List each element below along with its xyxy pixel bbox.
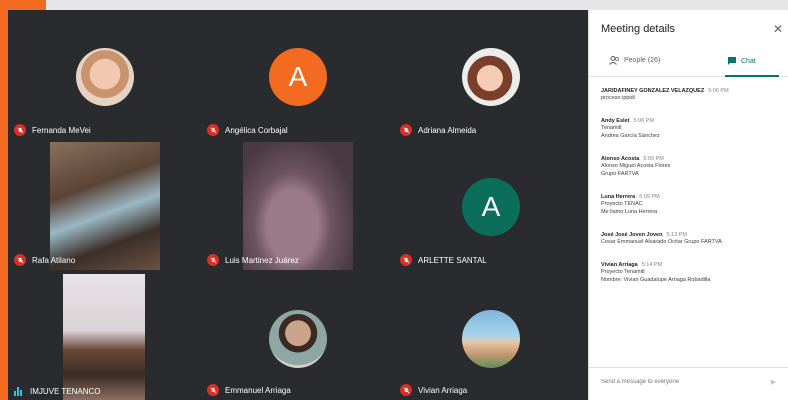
mic-off-icon bbox=[14, 254, 26, 266]
participant-tile[interactable]: A ARLETTE SANTAL bbox=[394, 140, 587, 270]
message-text: Me llamo Luna Herrera bbox=[601, 209, 658, 215]
participant-video bbox=[63, 274, 145, 400]
chat-compose: ➤ bbox=[589, 367, 788, 400]
participant-tile[interactable]: Adriana Almeida bbox=[394, 10, 587, 140]
participant-label: IMJUVE TENANCO bbox=[14, 386, 101, 396]
message-text: Alonso Miguel Acosta Flores bbox=[601, 163, 671, 169]
participant-tile[interactable]: Emmanuel Arriaga bbox=[201, 270, 394, 400]
participant-video bbox=[243, 142, 353, 270]
participant-name: Emmanuel Arriaga bbox=[225, 385, 291, 395]
participant-photo bbox=[76, 48, 134, 106]
participant-name: Rafa Atilano bbox=[32, 255, 76, 265]
participant-photo bbox=[462, 48, 520, 106]
mic-off-icon bbox=[14, 124, 26, 136]
participant-avatar-letter: A bbox=[269, 48, 327, 106]
participant-grid: Fernanda MeVei A Angélica Corbajal Adria… bbox=[8, 10, 588, 400]
active-tab-indicator bbox=[725, 75, 779, 77]
chat-message: Vivian Arriaga 5:14 PM Proyecto Tenamitl … bbox=[601, 262, 781, 284]
participant-label: ARLETTE SANTAL bbox=[400, 254, 487, 266]
participant-name: IMJUVE TENANCO bbox=[30, 386, 101, 396]
message-text: Andrea García Sánchez bbox=[601, 133, 660, 139]
mic-off-icon bbox=[207, 254, 219, 266]
chat-message: José José Joven Joven 5:13 PM Cesar Emman… bbox=[601, 232, 781, 246]
participant-name: Luis Martinez Juárez bbox=[225, 255, 299, 265]
participant-tile[interactable]: A Angélica Corbajal bbox=[201, 10, 394, 140]
chat-icon bbox=[728, 57, 736, 65]
participant-tile[interactable]: Fernanda MeVei bbox=[8, 10, 201, 140]
message-text: Proyecto TENAC bbox=[601, 201, 643, 207]
participant-tile[interactable]: IMJUVE TENANCO bbox=[8, 270, 201, 400]
tab-people[interactable]: People (26) bbox=[609, 56, 660, 65]
top-bar bbox=[46, 0, 788, 10]
mic-off-icon bbox=[207, 124, 219, 136]
participant-name: Fernanda MeVei bbox=[32, 125, 91, 135]
participant-tile[interactable]: Vivian Arriaga bbox=[394, 270, 587, 400]
send-icon[interactable]: ➤ bbox=[769, 377, 779, 387]
close-icon[interactable]: ✕ bbox=[773, 22, 783, 36]
message-time: 5:06 PM bbox=[633, 118, 654, 124]
brand-strip-top bbox=[0, 0, 46, 10]
message-text: Tenamitl bbox=[601, 125, 622, 131]
message-time: 5:06 PM bbox=[708, 88, 729, 94]
chat-message: Andy Eslet 5:06 PM Tenamitl Andrea García… bbox=[601, 118, 781, 140]
participant-label: Rafa Atilano bbox=[14, 254, 75, 266]
participant-name: Adriana Almeida bbox=[418, 125, 477, 135]
message-time: 5:14 PM bbox=[641, 262, 663, 268]
participant-label: Vivian Arriaga bbox=[400, 384, 467, 396]
message-text: Nombre: Vivian Guadalupe Arriaga Robadil… bbox=[601, 277, 711, 283]
mic-off-icon bbox=[400, 254, 412, 266]
chat-message-input[interactable] bbox=[599, 378, 763, 386]
meeting-details-panel: Meeting details ✕ People (26) Chat JARID… bbox=[588, 10, 788, 400]
participant-label: Angélica Corbajal bbox=[207, 124, 288, 136]
participant-label: Luis Martinez Juárez bbox=[207, 254, 299, 266]
brand-strip bbox=[0, 0, 8, 400]
tab-chat-label: Chat bbox=[741, 57, 756, 65]
mic-off-icon bbox=[400, 384, 412, 396]
speaking-indicator-icon bbox=[14, 386, 24, 396]
participant-name: ARLETTE SANTAL bbox=[418, 255, 487, 265]
tab-people-label: People (26) bbox=[624, 57, 661, 64]
chat-message: Luna Herrera 5:09 PM Proyecto TENAC Me ll… bbox=[601, 194, 781, 216]
participant-name: Angélica Corbajal bbox=[225, 125, 288, 135]
participant-tile[interactable]: Luis Martinez Juárez bbox=[201, 140, 394, 270]
chat-messages: JARIDAFINEY GONZALEZ VELAZQUEZ 5:06 PM pr… bbox=[601, 88, 781, 294]
panel-tabs: People (26) Chat bbox=[589, 50, 788, 77]
tab-chat[interactable]: Chat bbox=[727, 56, 756, 66]
chat-message: Alonso Acosta 5:09 PM Alonso Miguel Acost… bbox=[601, 156, 781, 178]
message-text: proceso ippidi bbox=[601, 95, 635, 101]
chat-message: JARIDAFINEY GONZALEZ VELAZQUEZ 5:06 PM pr… bbox=[601, 88, 781, 102]
message-text: Grupo FARTVA bbox=[601, 171, 639, 177]
participant-name: Vivian Arriaga bbox=[418, 385, 468, 395]
participant-tile[interactable]: Rafa Atilano bbox=[8, 140, 201, 270]
mic-off-icon bbox=[207, 384, 219, 396]
participant-avatar-letter: A bbox=[462, 178, 520, 236]
participant-label: Emmanuel Arriaga bbox=[207, 384, 291, 396]
panel-title: Meeting details bbox=[601, 23, 675, 35]
people-icon bbox=[609, 56, 619, 65]
participant-label: Adriana Almeida bbox=[400, 124, 476, 136]
participant-label: Fernanda MeVei bbox=[14, 124, 91, 136]
participant-photo bbox=[462, 310, 520, 368]
participant-photo bbox=[269, 310, 327, 368]
message-text: Cesar Emmanuel Alvarado Ocitar Grupo FAR… bbox=[601, 239, 722, 245]
message-text: Proyecto Tenamitl bbox=[601, 269, 645, 275]
participant-video bbox=[50, 142, 160, 270]
mic-off-icon bbox=[400, 124, 412, 136]
